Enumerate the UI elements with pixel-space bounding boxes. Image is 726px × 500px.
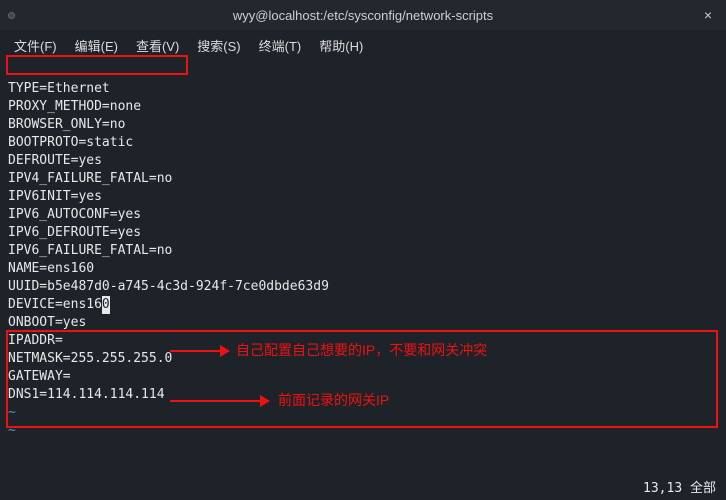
- annotation-ip: 自己配置自己想要的IP，不要和网关冲突: [236, 340, 487, 360]
- cfg-line: IPV6_DEFROUTE=yes: [8, 225, 141, 240]
- annotation-gateway: 前面记录的网关IP: [278, 390, 389, 410]
- menu-file[interactable]: 文件(F): [6, 32, 65, 59]
- vim-tilde: ~: [8, 423, 16, 438]
- cfg-line: UUID=b5e487d0-a745-4c3d-924f-7ce0dbde63d…: [8, 279, 329, 294]
- cfg-line: PROXY_METHOD=none: [8, 99, 141, 114]
- window-titlebar: wyy@localhost:/etc/sysconfig/network-scr…: [0, 0, 726, 30]
- menu-view[interactable]: 查看(V): [128, 32, 187, 59]
- cfg-line: DNS1=114.114.114.114: [8, 387, 165, 402]
- window-title: wyy@localhost:/etc/sysconfig/network-scr…: [0, 8, 726, 23]
- cursor-position: 13,13: [643, 481, 682, 496]
- menu-help[interactable]: 帮助(H): [311, 32, 371, 59]
- cfg-line: IPV6_AUTOCONF=yes: [8, 207, 141, 222]
- cfg-line: IPV6_FAILURE_FATAL=no: [8, 243, 172, 258]
- terminal-area[interactable]: TYPE=Ethernet PROXY_METHOD=none BROWSER_…: [0, 60, 726, 440]
- cfg-line: GATEWAY=: [8, 369, 71, 384]
- cfg-line: BROWSER_ONLY=no: [8, 117, 125, 132]
- scroll-status: 全部: [690, 481, 716, 496]
- cfg-line: IPADDR=: [8, 333, 63, 348]
- cfg-line: DEFROUTE=yes: [8, 153, 102, 168]
- cfg-line: BOOTPROTO=static: [8, 135, 133, 150]
- vim-tilde: ~: [8, 405, 16, 420]
- window-dot-icon: [8, 12, 15, 19]
- menu-terminal[interactable]: 终端(T): [251, 32, 310, 59]
- cfg-line: ONBOOT=yes: [8, 315, 86, 330]
- cfg-line: IPV6INIT=yes: [8, 189, 102, 204]
- menu-search[interactable]: 搜索(S): [189, 32, 248, 59]
- cfg-line: NETMASK=255.255.255.0: [8, 351, 172, 366]
- cfg-line: IPV4_FAILURE_FATAL=no: [8, 171, 172, 186]
- cfg-line: TYPE=Ethernet: [8, 81, 110, 96]
- cfg-line: DEVICE=ens160: [8, 297, 110, 312]
- cfg-line: NAME=ens160: [8, 261, 94, 276]
- menu-edit[interactable]: 编辑(E): [67, 32, 126, 59]
- close-button[interactable]: ×: [698, 5, 718, 25]
- vim-status-bar: 13,13 全部: [643, 477, 716, 496]
- menu-bar: 文件(F) 编辑(E) 查看(V) 搜索(S) 终端(T) 帮助(H): [0, 30, 726, 60]
- text-cursor: 0: [102, 296, 110, 314]
